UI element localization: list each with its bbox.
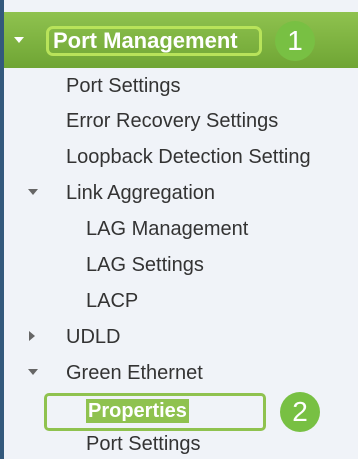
menu-item-lag-management[interactable]: LAG Management: [86, 217, 248, 241]
menu-item-link-aggregation[interactable]: Link Aggregation: [66, 181, 215, 205]
expand-down-caret-icon[interactable]: [28, 189, 38, 195]
collapse-arrow-icon[interactable]: [14, 37, 24, 43]
expand-down-caret-icon[interactable]: [28, 369, 38, 375]
menu-item-properties[interactable]: Properties: [86, 399, 189, 423]
step-1-badge: 1: [275, 21, 315, 61]
menu-item-error-recovery-settings[interactable]: Error Recovery Settings: [66, 109, 278, 133]
menu-item-green-ethernet[interactable]: Green Ethernet: [66, 361, 203, 385]
menu-item-loopback-detection-settings[interactable]: Loopback Detection Setting: [66, 145, 311, 169]
navigation-panel: Port Management 1 Port Settings Error Re…: [0, 0, 358, 459]
step-2-badge: 2: [280, 392, 320, 432]
menu-item-lag-settings[interactable]: LAG Settings: [86, 253, 204, 277]
port-management-title[interactable]: Port Management: [46, 26, 262, 56]
menu-tree: Port Management 1 Port Settings Error Re…: [4, 0, 358, 459]
menu-item-lacp[interactable]: LACP: [86, 289, 138, 313]
expand-right-caret-icon[interactable]: [29, 331, 35, 341]
menu-item-green-port-settings[interactable]: Port Settings: [86, 432, 201, 456]
menu-item-port-settings[interactable]: Port Settings: [66, 74, 181, 98]
menu-item-udld[interactable]: UDLD: [66, 325, 120, 349]
